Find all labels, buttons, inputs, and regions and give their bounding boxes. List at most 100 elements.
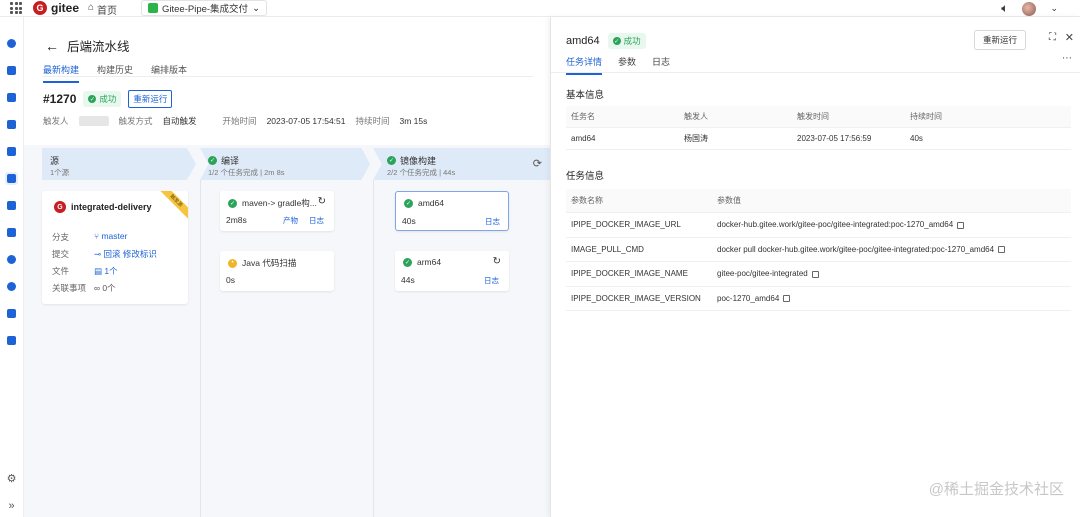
log-link[interactable]: 日志: [485, 216, 500, 227]
project-selector[interactable]: Gitee-Pipe-集成交付 ⌄: [141, 0, 268, 16]
related-label: 关联事项: [52, 283, 87, 293]
trigger-label: 触发人: [43, 116, 69, 126]
check-icon: ✓: [403, 257, 412, 267]
settings-icon[interactable]: ⚙: [5, 472, 18, 485]
table-row: IPIPE_DOCKER_IMAGE_VERSION poc-1270_amd6…: [566, 287, 1071, 311]
speaker-icon[interactable]: 🔈︎: [1001, 1, 1008, 16]
tab-build-history[interactable]: 构建历史: [97, 63, 133, 83]
dashboard-icon[interactable]: [5, 37, 18, 50]
job-card-arm64[interactable]: ✓ arm64 ↻ 44s 日志: [395, 251, 509, 291]
chevron-down-icon: ⌄: [252, 2, 261, 14]
rerun-button[interactable]: 重新运行: [973, 30, 1026, 50]
source-card[interactable]: 触发源 G integrated-delivery 分支 ⑂ master 提交 ⊸…: [42, 191, 188, 304]
tab-latest-build[interactable]: 最新构建: [43, 63, 80, 83]
table-header: 参数名称 参数值: [566, 189, 1071, 213]
stage-compile[interactable]: ✓ 编译 1/2 个任务完成 | 2m 8s: [200, 148, 370, 180]
copy-icon[interactable]: [783, 295, 791, 303]
job-name: amd64: [418, 198, 444, 208]
package-icon[interactable]: [5, 145, 18, 158]
job-time: 2m8s: [226, 215, 247, 225]
list-icon[interactable]: [5, 226, 18, 239]
basic-info-title: 基本信息: [566, 90, 605, 101]
copy-icon[interactable]: [998, 246, 1006, 254]
param-value: docker-hub.gitee.work/gitee-poc/gitee-in…: [712, 220, 965, 229]
project-name: Gitee-Pipe-集成交付: [162, 4, 249, 15]
report-icon[interactable]: [5, 334, 18, 347]
job-time: 40s: [402, 216, 416, 226]
column-header: 触发人: [684, 112, 708, 121]
close-icon[interactable]: ✕: [1065, 31, 1074, 44]
cube-icon[interactable]: [5, 253, 18, 266]
start-time: 2023-07-05 17:54:51: [266, 116, 346, 126]
page-title: 后端流水线: [67, 40, 130, 54]
status-badge: ✓ 成功: [607, 33, 646, 49]
job-card-amd64[interactable]: ✓ amd64 40s 日志: [395, 191, 509, 231]
app-grid-icon[interactable]: [10, 2, 22, 14]
column-header: 参数值: [717, 196, 741, 205]
rerun-job-icon[interactable]: ↻: [318, 196, 326, 207]
check-doc-icon[interactable]: [5, 118, 18, 131]
check-icon: ✓: [88, 95, 97, 103]
chevron-down-icon[interactable]: ⌄: [1050, 3, 1058, 14]
bell-icon[interactable]: [5, 64, 18, 77]
fullscreen-icon[interactable]: ⛶: [1049, 32, 1056, 43]
branch-label: 分支: [52, 232, 70, 242]
refresh-icon[interactable]: ⟳: [533, 157, 542, 170]
avatar[interactable]: [1022, 1, 1037, 16]
pending-icon: •: [228, 258, 237, 268]
job-card-java-scan[interactable]: • Java 代码扫描 0s: [220, 251, 334, 291]
commit-value[interactable]: ⊸ 回滚 修改标识: [94, 248, 157, 260]
stage-source[interactable]: 源 1个源: [42, 148, 196, 180]
copy-icon[interactable]: [811, 270, 819, 278]
log-link[interactable]: 日志: [484, 275, 499, 286]
duration: 3m 15s: [399, 116, 428, 126]
status-badge: ✓ 成功: [83, 91, 122, 107]
stage-title: 镜像构建: [400, 156, 437, 166]
compass-icon[interactable]: [5, 280, 18, 293]
pipeline-icon[interactable]: [5, 172, 18, 185]
duration: 40s: [910, 134, 923, 143]
flask-icon[interactable]: [5, 91, 18, 104]
back-link[interactable]: ← 后端流水线: [45, 36, 130, 55]
copy-icon[interactable]: [957, 221, 965, 229]
job-name: arm64: [417, 257, 442, 267]
sidebar: ⚙ »: [0, 17, 24, 517]
gitee-repo-icon: G: [54, 201, 66, 213]
commit-label: 提交: [52, 249, 70, 259]
server-icon[interactable]: [5, 307, 18, 320]
expand-sidebar-icon[interactable]: »: [5, 499, 18, 512]
table-row: IMAGE_PULL_CMD docker pull docker-hub.gi…: [566, 238, 1071, 262]
pipeline-tabs: 最新构建 构建历史 编排版本: [43, 63, 187, 83]
job-card-maven[interactable]: ✓ maven-> gradle构... ↻ 2m8s 产物 日志: [220, 191, 334, 231]
gitee-logo[interactable]: G gitee: [33, 1, 79, 15]
param-value: docker pull docker-hub.gitee.work/gitee-…: [712, 245, 1006, 254]
artifact-link[interactable]: 产物: [283, 215, 298, 226]
document-icon[interactable]: [5, 199, 18, 212]
params-table: 参数名称 参数值 IPIPE_DOCKER_IMAGE_URL docker-h…: [566, 189, 1071, 311]
job-time: 44s: [401, 275, 415, 285]
check-icon: ✓: [612, 37, 621, 45]
status-text: 成功: [99, 94, 117, 104]
trigger-ribbon: 触发源: [160, 191, 188, 219]
stage-image-build[interactable]: ✓ 镜像构建 2/2 个任务完成 | 44s ⟳: [373, 148, 550, 180]
duration-label: 持续时间: [355, 116, 390, 126]
stage-sub: 1/2 个任务完成 | 2m 8s: [208, 168, 285, 177]
column-header: 触发时间: [797, 112, 829, 121]
basic-info-table: 任务名 触发人 触发时间 持续时间 amd64 杨国涛 2023-07-05 1…: [566, 106, 1071, 150]
home-link[interactable]: ⌂ 首页: [88, 2, 117, 17]
job-name: Java 代码扫描: [242, 258, 297, 268]
param-value: gitee-poc/gitee-integrated: [712, 269, 819, 278]
rerun-button[interactable]: 重新运行: [128, 90, 173, 108]
source-name: integrated-delivery: [71, 202, 152, 212]
pipeline-panel: ← 后端流水线 最新构建 构建历史 编排版本 #1270 ✓ 成功 重新运行 触…: [24, 17, 550, 517]
run-meta: 触发人 触发方式 自动触发 开始时间 2023-07-05 17:54:51 持…: [43, 115, 427, 127]
branch-value[interactable]: ⑂ master: [94, 231, 127, 243]
table-row: IPIPE_DOCKER_IMAGE_NAME gitee-poc/gitee-…: [566, 262, 1071, 287]
log-link[interactable]: 日志: [309, 215, 324, 226]
check-icon: ✓: [387, 156, 396, 165]
rerun-job-icon[interactable]: ↻: [493, 256, 501, 267]
param-name: IPIPE_DOCKER_IMAGE_NAME: [571, 269, 688, 279]
files-value[interactable]: ▤ 1个: [94, 265, 118, 277]
more-icon[interactable]: ⋯: [1062, 53, 1072, 64]
tab-versions[interactable]: 编排版本: [151, 63, 187, 83]
